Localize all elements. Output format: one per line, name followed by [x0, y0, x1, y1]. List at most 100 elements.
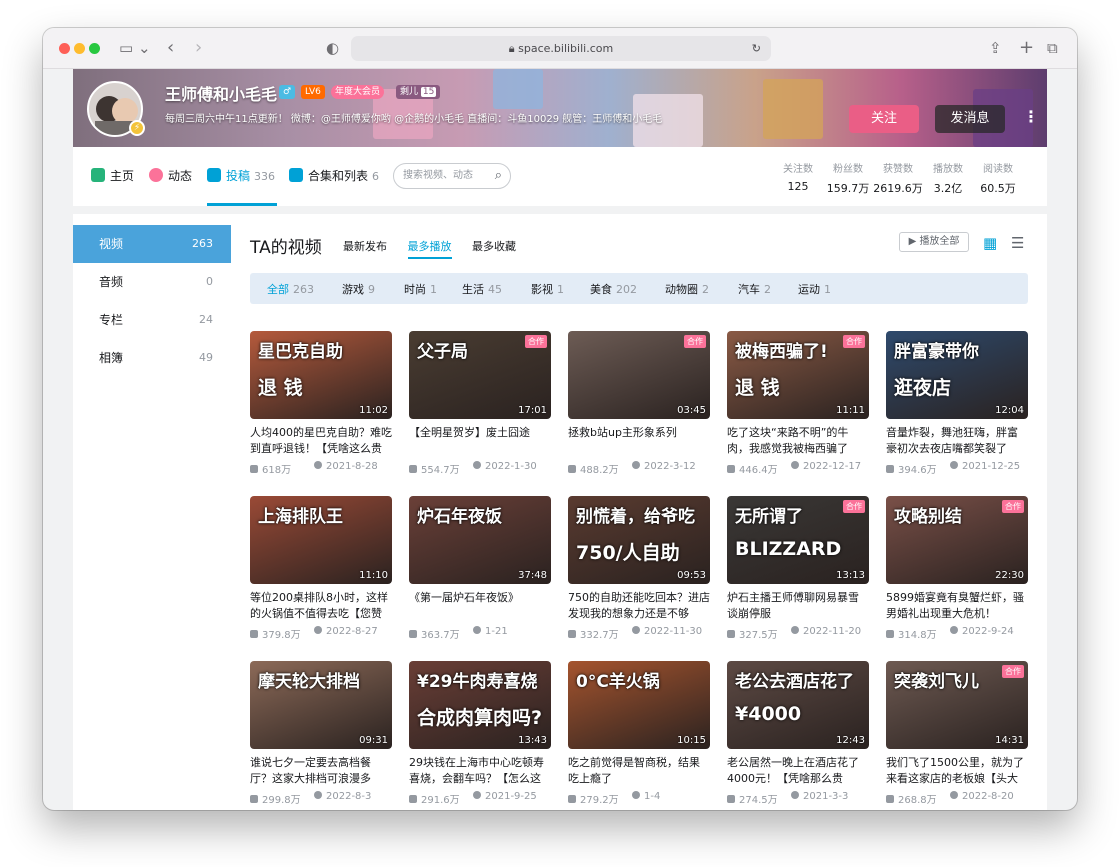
message-button[interactable]: 发消息 — [935, 105, 1005, 133]
filter-item[interactable]: 时尚 1 — [404, 281, 437, 297]
video-thumbnail[interactable]: 合作 03:45 — [568, 331, 710, 419]
filter-item[interactable]: 运动 1 — [798, 281, 831, 297]
filter-item[interactable]: 影视 1 — [531, 281, 564, 297]
minimize-window-button[interactable] — [74, 43, 85, 54]
sort-latest[interactable]: 最新发布 — [343, 240, 387, 253]
new-tab-icon[interactable]: + — [1019, 38, 1034, 58]
video-thumbnail[interactable]: ¥29牛肉寿喜烧 合成肉算肉吗? 13:43 — [409, 661, 551, 749]
address-bar[interactable]: 🔒︎ space.bilibili.com ↻ — [351, 36, 771, 61]
video-title[interactable]: 等位200桌排队8小时，这样的火锅值不值得去吃【您赞我 — [250, 590, 392, 622]
filter-item[interactable]: 汽车 2 — [738, 281, 771, 297]
video-thumbnail[interactable]: 胖富豪带你 逛夜店 12:04 — [886, 331, 1028, 419]
browser-toolbar: ▭ ⌄ ‹ › ◐ 🔒︎ space.bilibili.com ↻ ⇪ + ⧉ — [43, 28, 1077, 69]
sort-most-played[interactable]: 最多播放 — [407, 240, 452, 259]
video-thumbnail[interactable]: 0°C羊火锅 10:15 — [568, 661, 710, 749]
video-card[interactable]: 被梅西骗了! 退 钱 合作 11:11 吃了这块“来路不明”的牛肉，我感觉我被梅西骗了【… — [727, 331, 869, 476]
video-title[interactable]: 人均400的星巴克自助？难吃到直呼退钱！【凭啥这么贵 — [250, 425, 392, 457]
video-title[interactable]: 吃了这块“来路不明”的牛肉，我感觉我被梅西骗了【凭啥这 — [727, 425, 869, 457]
video-card[interactable]: 合作 03:45 拯救b站up主形象系列 488.2万 2022-3-12 — [568, 331, 710, 476]
sidebar-item-count: 263 — [192, 237, 213, 250]
video-card[interactable]: ¥29牛肉寿喜烧 合成肉算肉吗? 13:43 29块钱在上海市中心吃顿寿喜烧，会翻车吗… — [409, 661, 551, 806]
video-thumbnail[interactable]: 被梅西骗了! 退 钱 合作 11:11 — [727, 331, 869, 419]
search-icon[interactable]: ⌕ — [495, 164, 502, 188]
verified-icon: ⚡ — [129, 120, 145, 136]
video-thumbnail[interactable]: 突袭刘飞儿 合作 14:31 — [886, 661, 1028, 749]
video-title[interactable]: 音量炸裂，舞池狂嗨，胖富豪初次去夜店嘴都笑裂了【还债 — [886, 425, 1028, 457]
video-thumbnail[interactable]: 摩天轮大排档 09:31 — [250, 661, 392, 749]
video-card[interactable]: 胖富豪带你逛夜店 12:04 音量炸裂，舞池狂嗨，胖富豪初次去夜店嘴都笑裂了【还债 3… — [886, 331, 1028, 476]
video-title[interactable]: 谁说七夕一定要去高档餐厅？这家大排档可浪漫多了！ — [250, 755, 392, 787]
video-duration: 11:11 — [836, 405, 865, 416]
stat-item[interactable]: 播放数 3.2亿 — [923, 160, 973, 196]
sidebar-item[interactable]: 视频 263 — [73, 225, 231, 263]
zoom-window-button[interactable] — [89, 43, 100, 54]
video-title[interactable]: 750的自助还能吃回本？进店发现我的想象力还是不够【凭 — [568, 590, 710, 622]
reload-icon[interactable]: ↻ — [752, 36, 761, 61]
forward-icon[interactable]: › — [195, 38, 202, 58]
video-card[interactable]: 别慌着，给爷吃 750/人自助 09:53 750的自助还能吃回本？进店发现我的想象力… — [568, 496, 710, 641]
tab-home[interactable]: 主页 — [91, 167, 134, 184]
filter-item[interactable]: 全部 263 — [267, 281, 314, 297]
video-card[interactable]: 摩天轮大排档 09:31 谁说七夕一定要去高档餐厅？这家大排档可浪漫多了！ 299.8… — [250, 661, 392, 806]
video-card[interactable]: 无所谓了 BLIZZARD 合作 13:13 炉石主播王师傅聊网易暴雪谈崩停服 327.5… — [727, 496, 869, 641]
video-title[interactable]: 【全明星贺岁】废土囧途 — [409, 425, 551, 457]
privacy-shield-icon[interactable]: ◐ — [326, 38, 339, 58]
video-title[interactable]: 吃之前觉得是智商税，结果吃上瘾了 — [568, 755, 710, 787]
filter-item[interactable]: 动物圈 2 — [665, 281, 709, 297]
stat-item[interactable]: 获赞数 2619.6万 — [873, 160, 923, 196]
filter-item[interactable]: 生活 45 — [462, 281, 502, 297]
clock-icon — [473, 626, 481, 634]
video-card[interactable]: 突袭刘飞儿 合作 14:31 我们飞了1500公里，就为了来看这家店的老板娘【头大挑 2… — [886, 661, 1028, 806]
video-thumbnail[interactable]: 无所谓了 BLIZZARD 合作 13:13 — [727, 496, 869, 584]
video-card[interactable]: 0°C羊火锅 10:15 吃之前觉得是智商税，结果吃上瘾了 279.2万 1-4 — [568, 661, 710, 806]
video-card[interactable]: 星巴克自助退 钱 11:02 人均400的星巴克自助？难吃到直呼退钱！【凭啥这么贵 6… — [250, 331, 392, 476]
filter-item[interactable]: 美食 202 — [590, 281, 637, 297]
thumbnail-caption: 750/人自助 — [576, 542, 680, 564]
sidebar-toggle-icon[interactable]: ▭ ⌄ — [119, 38, 151, 58]
video-card[interactable]: 炉石年夜饭 37:48 《第一届炉石年夜饭》 363.7万 1-21 — [409, 496, 551, 641]
video-title[interactable]: 我们飞了1500公里，就为了来看这家店的老板娘【头大挑 — [886, 755, 1028, 787]
stat-item[interactable]: 粉丝数 159.7万 — [823, 160, 873, 196]
video-card[interactable]: 父子局 合作 17:01 【全明星贺岁】废土囧途 554.7万 2022-1-30 — [409, 331, 551, 476]
more-menu-icon[interactable]: ⋮ — [1023, 107, 1039, 126]
video-thumbnail[interactable]: 父子局 合作 17:01 — [409, 331, 551, 419]
tab-overview-icon[interactable]: ⧉ — [1047, 38, 1058, 58]
play-count: 279.2万 — [568, 795, 619, 806]
sidebar-item[interactable]: 专栏 24 — [73, 301, 231, 339]
video-thumbnail[interactable]: 星巴克自助退 钱 11:02 — [250, 331, 392, 419]
video-title[interactable]: 《第一届炉石年夜饭》 — [409, 590, 551, 622]
video-thumbnail[interactable]: 上海排队王 11:10 — [250, 496, 392, 584]
share-icon[interactable]: ⇪ — [989, 38, 1002, 58]
follow-button[interactable]: 关注 — [849, 105, 919, 133]
video-meta: 554.7万 2022-1-30 — [409, 461, 551, 476]
video-thumbnail[interactable]: 攻略别结 合作 22:30 — [886, 496, 1028, 584]
sidebar-item[interactable]: 相簿 49 — [73, 339, 231, 377]
video-title[interactable]: 29块钱在上海市中心吃顿寿喜烧，会翻车吗？【怎么这么 — [409, 755, 551, 787]
video-card[interactable]: 上海排队王 11:10 等位200桌排队8小时，这样的火锅值不值得去吃【您赞我 379… — [250, 496, 392, 641]
video-thumbnail[interactable]: 炉石年夜饭 37:48 — [409, 496, 551, 584]
sort-most-favorited[interactable]: 最多收藏 — [472, 240, 516, 253]
grid-view-icon[interactable]: ▦ — [983, 234, 997, 252]
search-input[interactable]: 搜索视频、动态 ⌕ — [393, 163, 511, 189]
stat-value: 60.5万 — [980, 182, 1016, 195]
video-thumbnail[interactable]: 老公去酒店花了 ¥4000 12:43 — [727, 661, 869, 749]
video-card[interactable]: 老公去酒店花了 ¥4000 12:43 老公居然一晚上在酒店花了4000元！【凭啥那么… — [727, 661, 869, 806]
video-card[interactable]: 攻略别结 合作 22:30 5899婚宴竟有臭蟹烂虾，骚男婚礼出现重大危机！ 314.8… — [886, 496, 1028, 641]
video-title[interactable]: 拯救b站up主形象系列 — [568, 425, 710, 457]
stat-item[interactable]: 关注数 125 — [773, 160, 823, 193]
filter-item[interactable]: 游戏 9 — [342, 281, 375, 297]
list-view-icon[interactable]: ☰ — [1011, 234, 1024, 252]
sidebar-item[interactable]: 音频 0 — [73, 263, 231, 301]
vip-badge: 年度大会员 — [331, 85, 385, 99]
video-thumbnail[interactable]: 别慌着，给爷吃 750/人自助 09:53 — [568, 496, 710, 584]
video-title[interactable]: 老公居然一晚上在酒店花了4000元！【凭啥那么贵 — [727, 755, 869, 787]
video-title[interactable]: 5899婚宴竟有臭蟹烂虾，骚男婚礼出现重大危机！ — [886, 590, 1028, 622]
tab-uploads[interactable]: 投稿 336 — [207, 167, 275, 184]
tab-collections[interactable]: 合集和列表 6 — [289, 167, 379, 184]
stat-item[interactable]: 阅读数 60.5万 — [973, 160, 1023, 196]
close-window-button[interactable] — [59, 43, 70, 54]
back-icon[interactable]: ‹ — [167, 38, 174, 58]
tab-dynamic[interactable]: 动态 — [149, 167, 192, 184]
play-all-button[interactable]: ▶ 播放全部 — [899, 232, 969, 252]
video-title[interactable]: 炉石主播王师傅聊网易暴雪谈崩停服 — [727, 590, 869, 622]
